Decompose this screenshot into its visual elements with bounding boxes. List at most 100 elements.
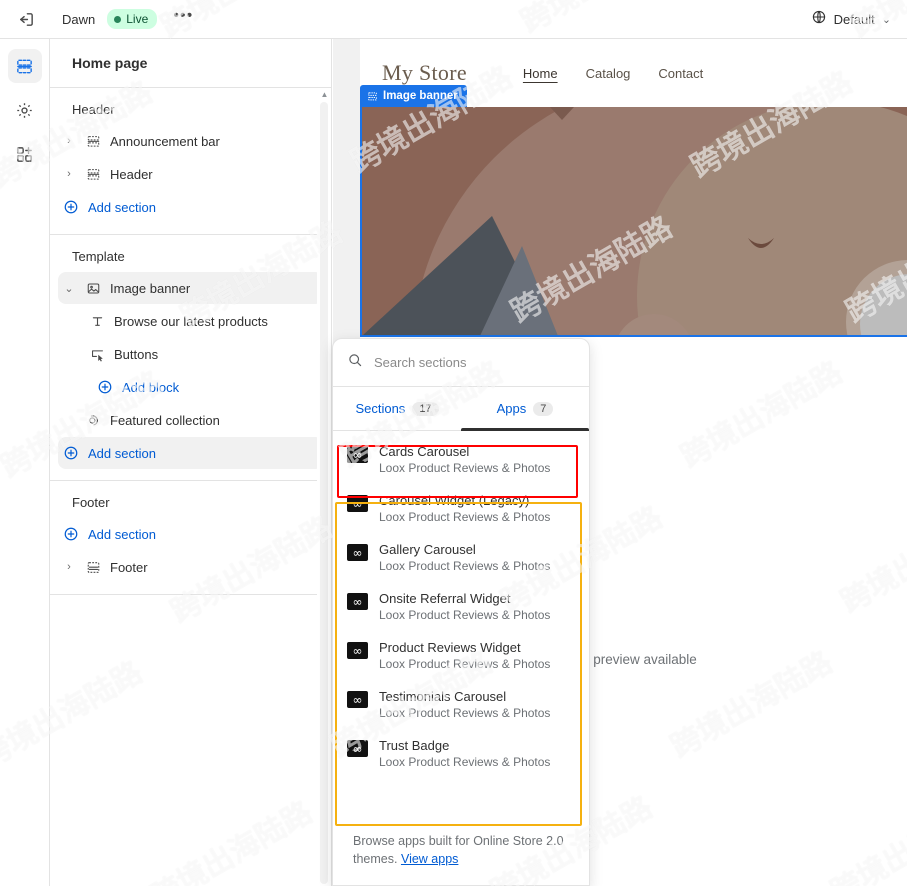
rail-item-theme-settings[interactable] [8,93,42,127]
app-title: Gallery Carousel [379,542,476,557]
app-title: Testimonials Carousel [379,689,507,704]
sections-sidebar: Home page Header › Announcement bar › He… [50,39,332,886]
search-icon [347,352,363,373]
app-subtitle: Loox Product Reviews & Photos [379,706,551,720]
app-subtitle: Loox Product Reviews & Photos [379,510,551,524]
status-badge: Live [107,9,158,29]
chevron-right-icon[interactable]: › [58,561,80,573]
group-title: Footer [72,495,110,510]
list-item[interactable]: ∞ Carousel Widget (Legacy) Loox Product … [333,484,589,533]
sidebar-block-buttons[interactable]: Buttons [84,338,323,370]
add-block-label: Add block [122,379,180,395]
top-bar-left: Dawn Live ••• [0,4,197,34]
plus-circle-icon [58,199,84,215]
group-title: Template [72,249,125,264]
sidebar-item-announcement-bar[interactable]: › Announcement bar [58,125,323,157]
app-list: ∞ Cards Carousel Loox Product Reviews & … [333,431,589,821]
tab-apps-count: 7 [533,401,554,416]
loox-app-icon: ∞ [347,544,368,561]
theme-editor: Dawn Live ••• Default ⌄ Home page Header… [0,0,907,886]
list-item[interactable]: ∞ Cards Carousel Loox Product Reviews & … [333,435,589,484]
group-header: Header › Announcement bar › Header Add s… [50,88,331,235]
section-icon [80,134,106,149]
search-input[interactable] [374,355,575,370]
app-subtitle: Loox Product Reviews & Photos [379,755,551,769]
image-banner-label-text: Image banner [383,90,458,102]
rail-item-apps[interactable] [8,137,42,171]
list-item[interactable]: ∞ Onsite Referral Widget Loox Product Re… [333,582,589,631]
list-item[interactable]: ∞ Product Reviews Widget Loox Product Re… [333,631,589,680]
scroll-up-icon[interactable]: ▲ [320,91,329,99]
image-banner-label: Image banner [360,85,467,107]
sidebar-item-image-banner[interactable]: ⌄ Image banner [58,272,323,304]
tab-sections-count: 17 [412,401,439,416]
chevron-right-icon[interactable]: › [58,168,80,180]
app-subtitle: Loox Product Reviews & Photos [379,461,551,475]
app-title: Carousel Widget (Legacy) [379,493,530,508]
sidebar-item-footer[interactable]: › Footer [58,551,323,583]
loox-app-icon: ∞ [347,446,368,463]
chevron-down-icon: ⌄ [881,13,891,26]
sidebar-scroll-area: Header › Announcement bar › Header Add s… [50,88,331,886]
app-subtitle: Loox Product Reviews & Photos [379,657,551,671]
chevron-down-icon[interactable]: ⌄ [58,282,80,295]
chevron-right-icon[interactable]: › [58,135,80,147]
button-icon [84,347,110,362]
image-banner-section[interactable]: Image banner [360,85,907,337]
scrollbar-track[interactable] [320,102,328,884]
rail-item-sections[interactable] [7,49,42,83]
add-section-label: Add section [88,526,156,542]
tab-apps-label: Apps [496,401,527,416]
list-item[interactable]: ∞ Testimonials Carousel Loox Product Rev… [333,680,589,729]
group-template: Template ⌄ Image banner Browse our lates… [50,235,331,481]
loox-app-icon: ∞ [347,740,368,757]
app-subtitle: Loox Product Reviews & Photos [379,559,551,573]
more-actions-button[interactable]: ••• [169,5,197,33]
nav-link-contact[interactable]: Contact [658,66,703,81]
market-label: Default [833,11,875,27]
placeholder-artwork [362,107,907,335]
add-block-button[interactable]: Add block [92,371,323,403]
sidebar-block-label: Browse our latest products [114,313,268,329]
sidebar-item-label: Footer [110,559,148,575]
nav-link-catalog[interactable]: Catalog [586,66,631,81]
status-label: Live [126,12,149,26]
loox-app-icon: ∞ [347,642,368,659]
sidebar-item-label: Image banner [110,280,191,296]
list-item[interactable]: ∞ Trust Badge Loox Product Reviews & Pho… [333,729,589,778]
exit-icon[interactable] [10,4,40,34]
top-bar: Dawn Live ••• Default ⌄ [0,0,907,39]
sidebar-item-header[interactable]: › Header [58,158,323,190]
view-apps-link[interactable]: View apps [401,852,458,866]
tab-sections[interactable]: Sections 17 [333,387,461,430]
loox-app-icon: ∞ [347,495,368,512]
nav-link-home[interactable]: Home [523,66,558,81]
storefront-nav: Home Catalog Contact [523,66,703,81]
list-item[interactable]: ∞ Gallery Carousel Loox Product Reviews … [333,533,589,582]
sidebar-item-featured-collection[interactable]: Featured collection [58,404,323,436]
collection-icon [80,413,106,428]
plus-circle-icon [92,379,118,395]
sidebar-item-label: Featured collection [110,412,220,428]
footer-icon [80,560,106,575]
theme-name: Dawn [62,11,96,27]
market-selector[interactable]: Default ⌄ [811,9,907,30]
sidebar-scrollbar[interactable]: ▲ [317,88,331,886]
sidebar-block-browse-our-latest-products[interactable]: Browse our latest products [84,305,323,337]
picker-footer: Browse apps built for Online Store 2.0 t… [333,821,589,886]
app-subtitle: Loox Product Reviews & Photos [379,608,551,622]
group-footer: Footer Add section › Footer [50,481,331,595]
add-section-footer-button[interactable]: Add section [58,518,323,550]
status-dot [114,15,122,23]
add-section-template-button[interactable]: Add section [58,437,323,469]
loox-app-icon: ∞ [347,691,368,708]
app-title: Trust Badge [379,738,450,753]
add-section-header-button[interactable]: Add section [58,191,323,223]
tab-apps[interactable]: Apps 7 [461,387,589,431]
app-title: Cards Carousel [379,444,470,459]
app-title: Product Reviews Widget [379,640,521,655]
image-icon [80,281,106,296]
page-title: Home page [50,39,331,88]
loox-app-icon: ∞ [347,593,368,610]
sidebar-item-label: Announcement bar [110,133,220,149]
